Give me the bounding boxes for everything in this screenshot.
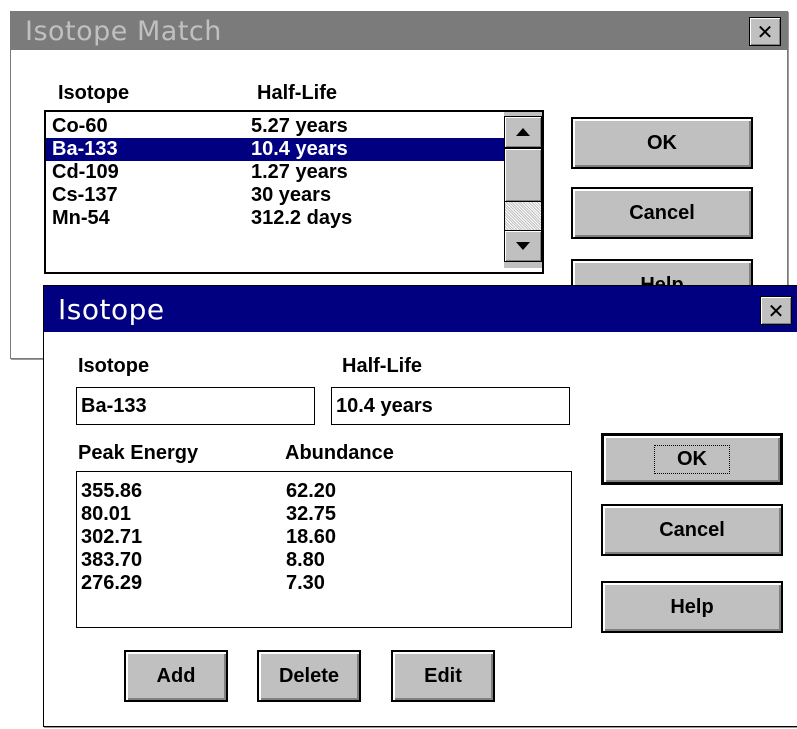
isotope-list[interactable]: Co-60 5.27 years Ba-133 10.4 years Cd-10… (44, 110, 544, 274)
isotope-match-titlebar[interactable]: Isotope Match ✕ (11, 12, 787, 50)
isotope-title: Isotope (58, 292, 165, 326)
half-life-value: 10.4 years (251, 138, 348, 160)
isotope-dialog: Isotope ✕ Isotope Half-Life Ba-133 10.4 … (43, 285, 797, 727)
cancel-button[interactable]: Cancel (571, 187, 753, 239)
list-item[interactable]: Ba-133 10.4 years (46, 138, 542, 161)
abundance-value: 62.20 (286, 480, 337, 502)
isotope-match-title: Isotope Match (25, 15, 222, 47)
close-icon[interactable]: ✕ (749, 17, 781, 46)
column-header-peak-energy: Peak Energy (78, 442, 199, 464)
ok-button[interactable]: OK (571, 117, 753, 169)
ok-button-label: OK (654, 444, 730, 474)
peak-list[interactable]: 355.86 62.20 80.01 32.75 302.71 18.60 38… (76, 471, 572, 628)
half-life-value: 1.27 years (251, 161, 348, 183)
ok-button[interactable]: OK (601, 433, 783, 485)
half-life-field[interactable]: 10.4 years (331, 387, 570, 425)
arrow-down-icon (516, 241, 530, 250)
close-icon[interactable]: ✕ (760, 296, 792, 325)
isotope-name: Cd-109 (52, 161, 119, 183)
add-button[interactable]: Add (124, 650, 228, 702)
scroll-down-button[interactable] (504, 230, 542, 262)
column-header-half-life: Half-Life (257, 82, 337, 104)
half-life-value: 312.2 days (251, 207, 353, 229)
delete-button[interactable]: Delete (257, 650, 361, 702)
peak-energy-value: 355.86 (81, 480, 143, 502)
list-item[interactable]: 383.70 8.80 (77, 549, 571, 572)
vertical-scrollbar[interactable] (504, 112, 542, 268)
arrow-up-icon (516, 127, 530, 136)
isotope-name: Mn-54 (52, 207, 110, 229)
list-item[interactable]: 355.86 62.20 (77, 480, 571, 503)
isotope-name: Co-60 (52, 115, 108, 137)
scroll-up-button[interactable] (504, 116, 542, 148)
peak-energy-value: 302.71 (81, 526, 143, 548)
list-item[interactable]: 302.71 18.60 (77, 526, 571, 549)
abundance-value: 8.80 (286, 549, 325, 571)
list-item[interactable]: Cd-109 1.27 years (46, 161, 542, 184)
list-item[interactable]: 80.01 32.75 (77, 503, 571, 526)
peak-energy-value: 383.70 (81, 549, 143, 571)
isotope-name: Cs-137 (52, 184, 118, 206)
abundance-value: 18.60 (286, 526, 337, 548)
edit-button[interactable]: Edit (391, 650, 495, 702)
list-item[interactable]: Mn-54 312.2 days (46, 207, 542, 230)
half-life-value: 5.27 years (251, 115, 348, 137)
isotope-name: Ba-133 (52, 138, 118, 160)
column-header-isotope: Isotope (58, 82, 130, 104)
abundance-value: 7.30 (286, 572, 325, 594)
isotope-field[interactable]: Ba-133 (76, 387, 315, 425)
peak-energy-value: 80.01 (81, 503, 132, 525)
half-life-value: 30 years (251, 184, 332, 206)
list-item[interactable]: Co-60 5.27 years (46, 115, 542, 138)
list-item[interactable]: 276.29 7.30 (77, 572, 571, 595)
cancel-button[interactable]: Cancel (601, 504, 783, 556)
column-header-abundance: Abundance (285, 442, 394, 464)
isotope-label: Isotope (78, 355, 150, 377)
peak-energy-value: 276.29 (81, 572, 143, 594)
abundance-value: 32.75 (286, 503, 337, 525)
scroll-thumb[interactable] (504, 148, 542, 202)
help-button[interactable]: Help (601, 581, 783, 633)
isotope-titlebar[interactable]: Isotope ✕ (44, 286, 797, 332)
half-life-label: Half-Life (342, 355, 422, 377)
scroll-track[interactable] (504, 202, 542, 230)
list-item[interactable]: Cs-137 30 years (46, 184, 542, 207)
